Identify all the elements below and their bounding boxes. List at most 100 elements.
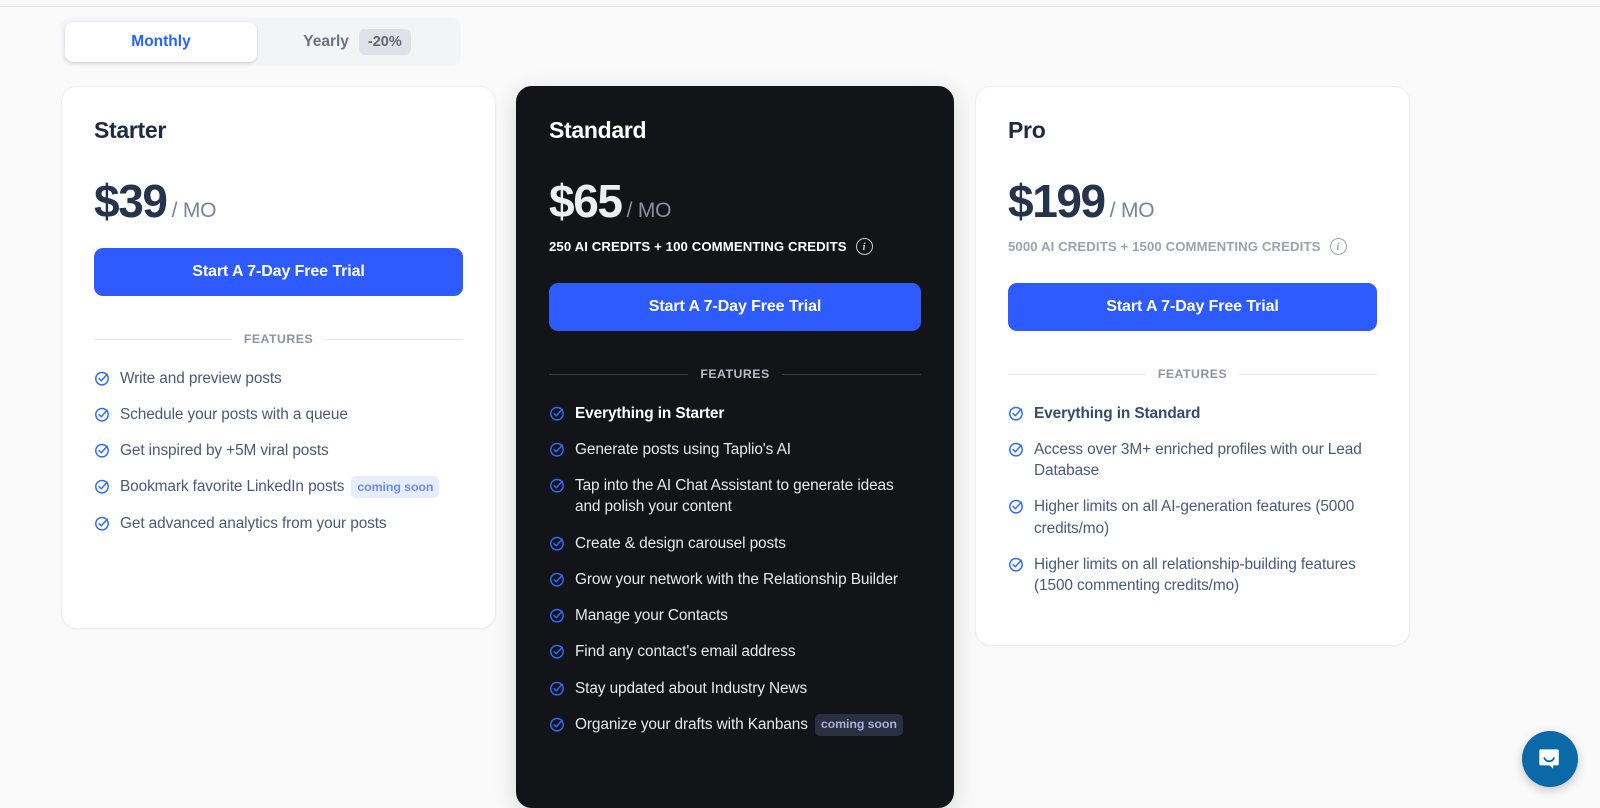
plan-name: Starter bbox=[94, 117, 167, 143]
feature-text-wrap: Get inspired by +5M viral posts bbox=[120, 440, 329, 461]
yearly-discount-badge: -20% bbox=[358, 28, 411, 56]
feature-item: Higher limits on all AI-generation featu… bbox=[1008, 489, 1377, 547]
check-circle-icon bbox=[1009, 557, 1023, 572]
feature-text-wrap: Find any contact's email address bbox=[575, 641, 796, 662]
features-divider: FEATURES bbox=[1008, 367, 1378, 381]
feature-label: Generate posts using Taplio's AI bbox=[575, 440, 791, 458]
feature-item: Schedule your posts with a queue bbox=[94, 396, 463, 432]
check-circle-icon bbox=[1009, 406, 1023, 421]
pricing-card-standard: Standard $65/ MO 250 AI CREDITS + 100 COMM… bbox=[516, 86, 954, 808]
top-divider bbox=[0, 6, 1600, 7]
feature-label: Schedule your posts with a queue bbox=[120, 405, 348, 423]
feature-label: Access over 3M+ enriched profiles with o… bbox=[1034, 440, 1362, 479]
check-circle-icon bbox=[550, 608, 564, 623]
check-circle-icon bbox=[95, 517, 109, 531]
divider-line-left bbox=[1008, 373, 1146, 375]
check-circle-icon bbox=[550, 536, 564, 551]
feature-item: Create & design carousel posts bbox=[549, 525, 921, 561]
feature-text-wrap: Generate posts using Taplio's AI bbox=[575, 439, 791, 460]
feature-list: Everything in Standard Access over 3M+ en… bbox=[1008, 395, 1377, 604]
plan-price: $199/ MO bbox=[1008, 178, 1377, 224]
divider-line-right bbox=[1239, 373, 1378, 375]
feature-list: Everything in Starter Generate posts usin… bbox=[549, 395, 921, 743]
feature-text-wrap: Schedule your posts with a queue bbox=[120, 404, 348, 425]
start-free-trial-button[interactable]: Start A 7-Day Free Trial bbox=[94, 248, 463, 296]
plan-price-amount: 39 bbox=[118, 175, 168, 227]
feature-text-wrap: Everything in Standard bbox=[1034, 403, 1200, 424]
toggle-option-yearly[interactable]: Yearly -20% bbox=[257, 22, 457, 62]
feature-label: Organize your drafts with Kanbans bbox=[575, 715, 808, 733]
check-circle-icon bbox=[1009, 499, 1023, 514]
feature-item: Get inspired by +5M viral posts bbox=[94, 433, 463, 469]
toggle-option-monthly-label: Monthly bbox=[131, 33, 191, 50]
start-free-trial-button[interactable]: Start A 7-Day Free Trial bbox=[549, 283, 921, 331]
plan-price-amount: 65 bbox=[573, 175, 623, 227]
feature-label: Get advanced analytics from your posts bbox=[120, 515, 387, 533]
divider-line-left bbox=[549, 373, 689, 375]
check-circle-icon bbox=[550, 681, 564, 696]
plan-price: $39/ MO bbox=[94, 178, 463, 224]
feature-list: Write and preview posts Schedule your pos… bbox=[94, 360, 463, 542]
feature-label: Higher limits on all AI-generation featu… bbox=[1034, 498, 1355, 537]
feature-label: Bookmark favorite LinkedIn posts bbox=[120, 478, 345, 496]
feature-text-wrap: Higher limits on all relationship-buildi… bbox=[1034, 554, 1377, 597]
check-circle-icon bbox=[95, 443, 109, 458]
feature-item: Organize your drafts with Kanbans coming … bbox=[549, 706, 921, 743]
feature-text-wrap: Everything in Starter bbox=[575, 403, 724, 424]
feature-text-wrap: Grow your network with the Relationship … bbox=[575, 569, 898, 590]
check-circle-icon bbox=[95, 479, 109, 494]
feature-label: Higher limits on all relationship-buildi… bbox=[1034, 555, 1356, 594]
plan-credits-label: 250 AI CREDITS + 100 COMMENTING CREDITS bbox=[549, 239, 847, 254]
features-divider-label: FEATURES bbox=[700, 367, 770, 381]
feature-item: Manage your Contacts bbox=[549, 598, 921, 634]
plan-price-currency: $ bbox=[1008, 175, 1034, 227]
plan-name: Standard bbox=[549, 117, 647, 143]
feature-item: Write and preview posts bbox=[94, 360, 463, 396]
feature-label: Tap into the AI Chat Assistant to genera… bbox=[575, 477, 894, 516]
info-icon[interactable]: i bbox=[1329, 238, 1347, 255]
features-divider-label: FEATURES bbox=[243, 332, 314, 346]
feature-text-wrap: Write and preview posts bbox=[120, 368, 282, 389]
feature-text-wrap: Stay updated about Industry News bbox=[575, 678, 807, 699]
check-circle-icon bbox=[550, 644, 564, 659]
check-circle-icon bbox=[550, 717, 564, 732]
feature-label: Create & design carousel posts bbox=[575, 534, 786, 552]
feature-label: Everything in Starter bbox=[575, 404, 725, 422]
plan-price-currency: $ bbox=[94, 175, 120, 227]
feature-text-wrap: Access over 3M+ enriched profiles with o… bbox=[1034, 439, 1377, 482]
coming-soon-badge: coming soon bbox=[351, 476, 440, 499]
intercom-chat-launcher[interactable] bbox=[1522, 731, 1578, 787]
plan-price-period: / MO bbox=[171, 199, 217, 222]
feature-item: Find any contact's email address bbox=[549, 634, 921, 670]
check-circle-icon bbox=[1009, 442, 1023, 457]
feature-label: Everything in Standard bbox=[1034, 404, 1201, 422]
billing-period-toggle[interactable]: Monthly Yearly -20% bbox=[61, 18, 461, 66]
feature-item: Everything in Starter bbox=[549, 395, 921, 431]
chat-bubble-icon bbox=[1538, 748, 1559, 769]
feature-label: Find any contact's email address bbox=[575, 643, 796, 661]
feature-text-wrap: Get advanced analytics from your posts bbox=[120, 513, 387, 534]
feature-label: Manage your Contacts bbox=[575, 607, 728, 624]
feature-text-wrap: Create & design carousel posts bbox=[575, 533, 786, 554]
plan-price-period: / MO bbox=[1109, 199, 1155, 222]
feature-text-wrap: Manage your Contacts bbox=[575, 605, 728, 626]
start-free-trial-button[interactable]: Start A 7-Day Free Trial bbox=[1008, 283, 1377, 331]
check-circle-icon bbox=[550, 478, 564, 493]
check-circle-icon bbox=[95, 371, 109, 386]
toggle-option-yearly-label: Yearly bbox=[303, 33, 349, 50]
plan-price-amount: 199 bbox=[1032, 175, 1106, 227]
feature-text-wrap: Higher limits on all AI-generation featu… bbox=[1034, 496, 1377, 539]
plan-credits-label: 5000 AI CREDITS + 1500 COMMENTING CREDIT… bbox=[1008, 239, 1321, 254]
info-icon[interactable]: i bbox=[855, 238, 873, 255]
feature-item: Higher limits on all relationship-buildi… bbox=[1008, 546, 1377, 604]
features-divider: FEATURES bbox=[549, 367, 922, 381]
check-circle-icon bbox=[550, 572, 564, 587]
pricing-card-starter: Starter $39/ MO Start A 7-Day Free Trial FE… bbox=[61, 86, 496, 629]
coming-soon-badge: coming soon bbox=[814, 713, 903, 736]
feature-item: Stay updated about Industry News bbox=[549, 670, 921, 706]
feature-item: Bookmark favorite LinkedIn posts coming s… bbox=[94, 469, 463, 506]
toggle-option-monthly[interactable]: Monthly bbox=[65, 22, 257, 62]
feature-item: Tap into the AI Chat Assistant to genera… bbox=[549, 468, 921, 526]
feature-item: Grow your network with the Relationship … bbox=[549, 561, 921, 597]
feature-item: Get advanced analytics from your posts bbox=[94, 506, 463, 542]
